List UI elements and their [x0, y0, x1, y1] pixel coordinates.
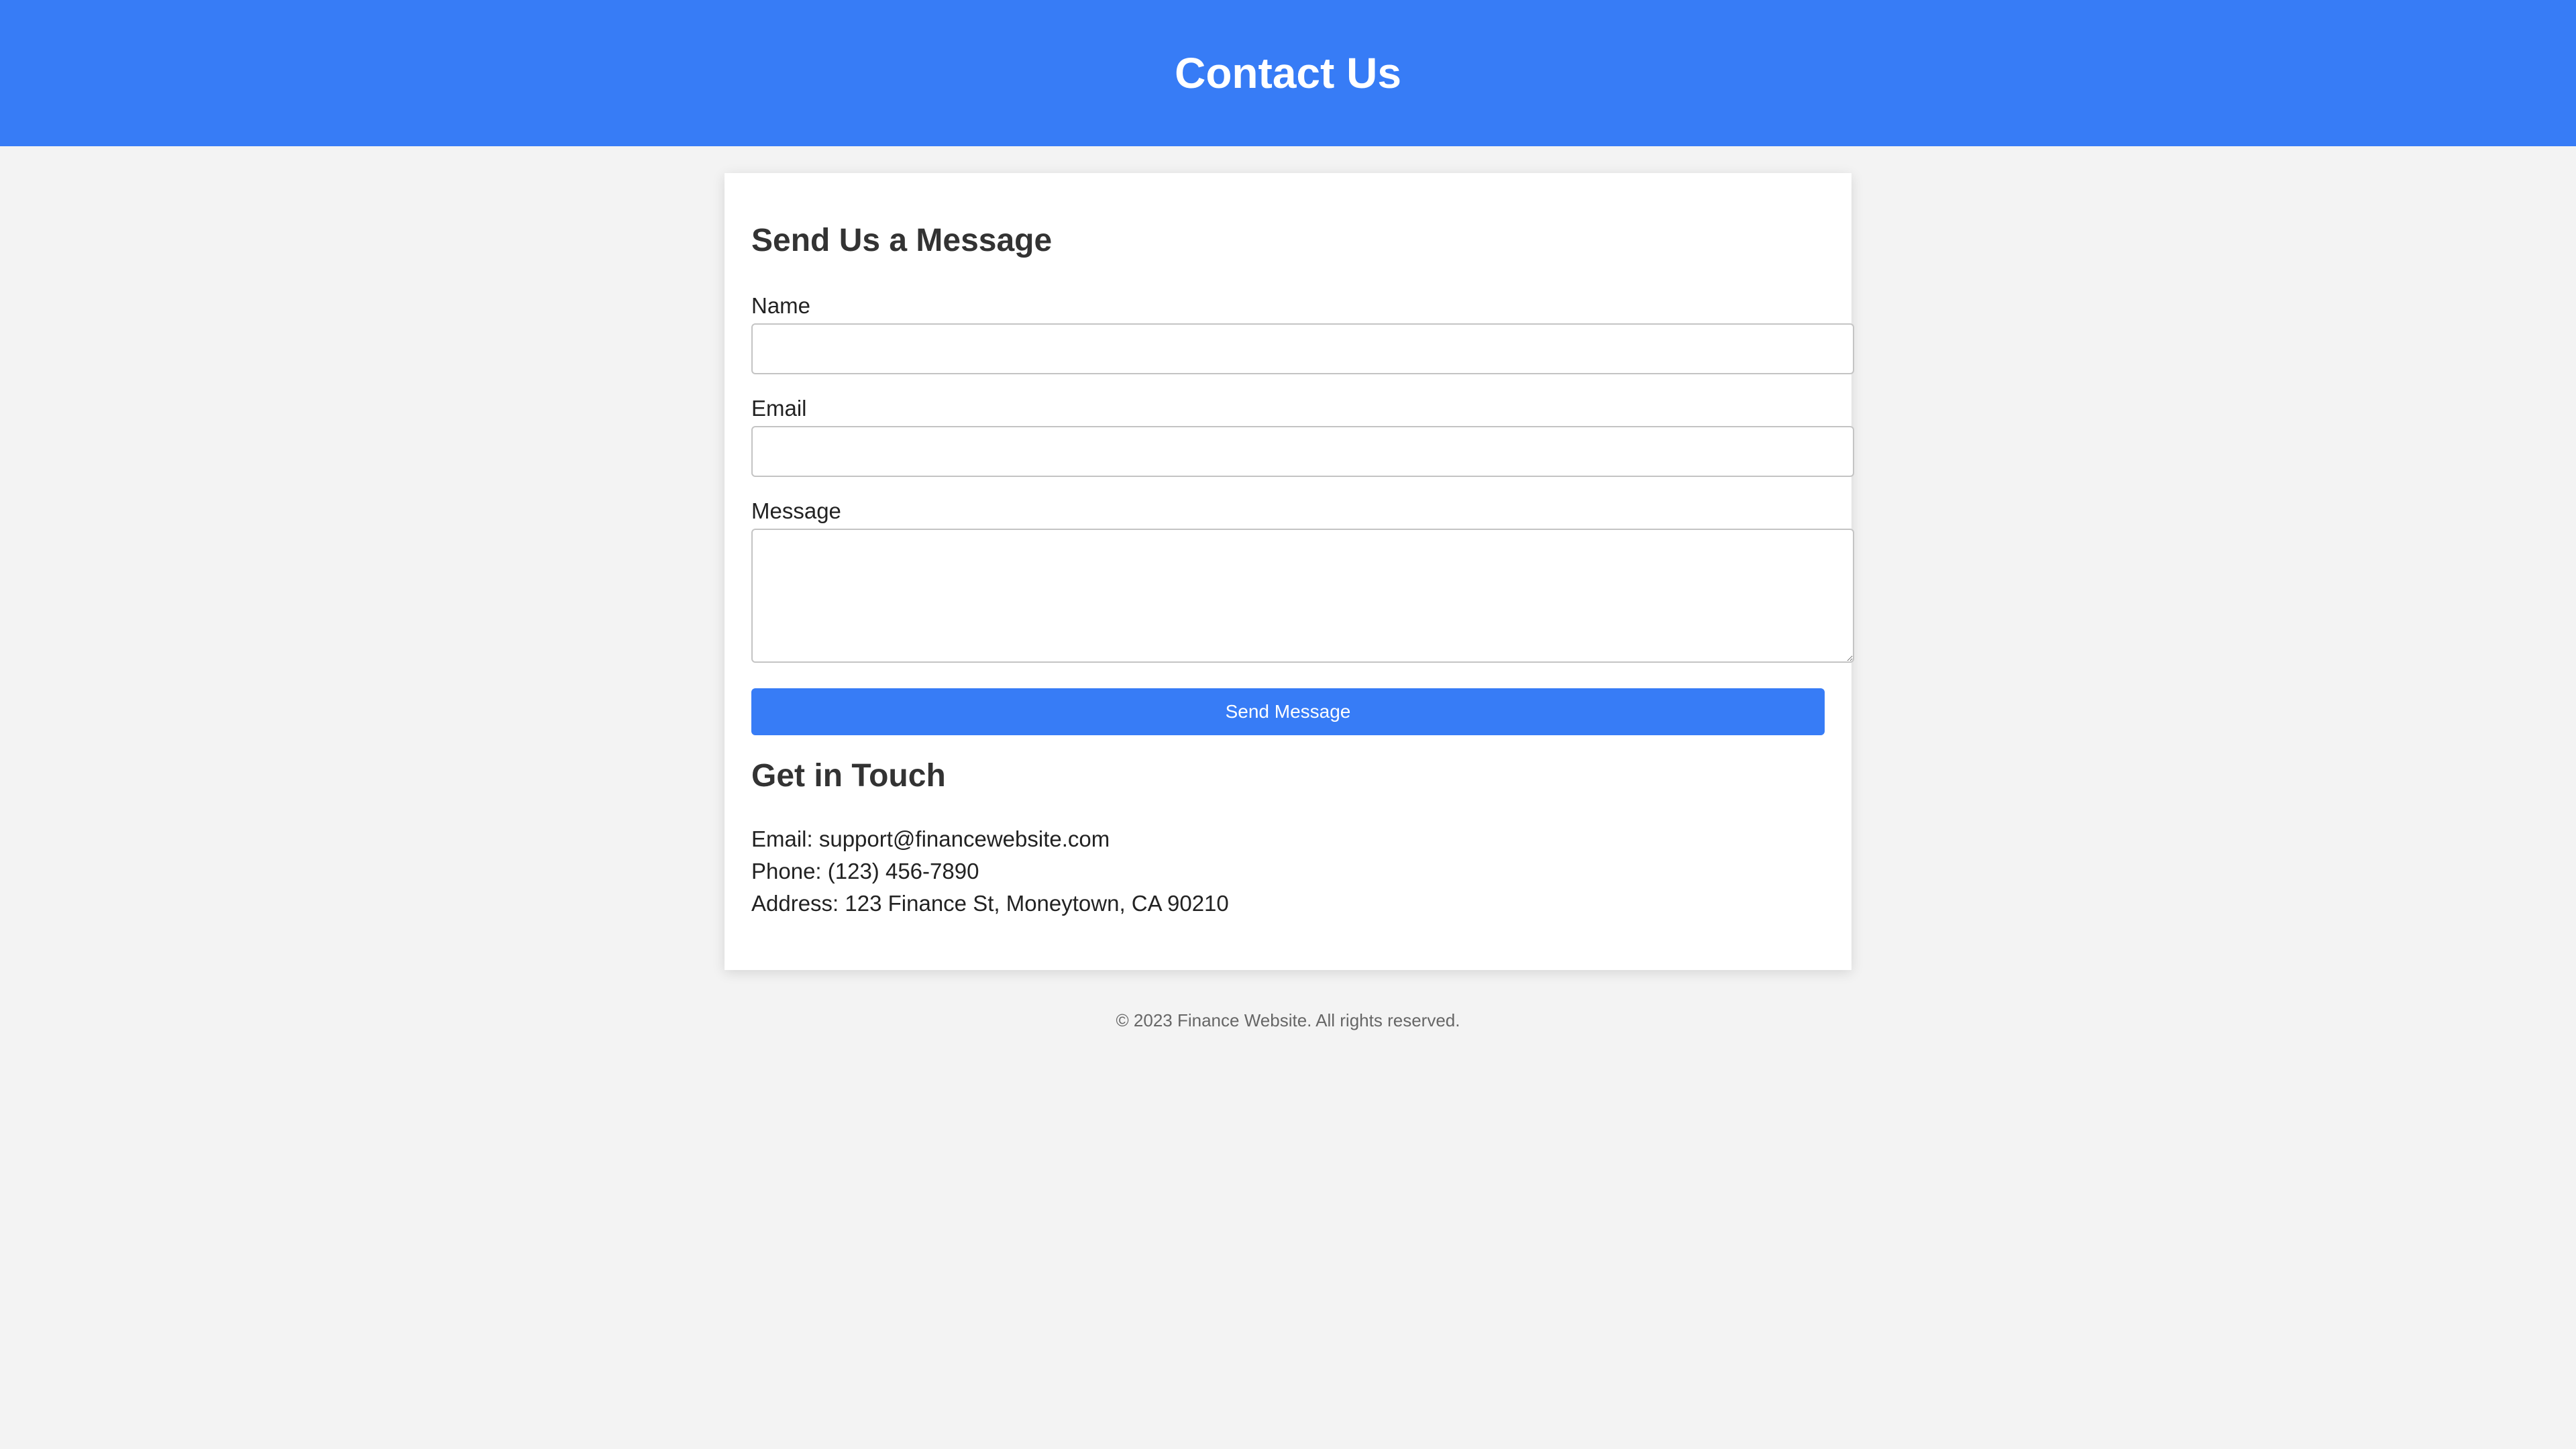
- contact-email: Email: support@financewebsite.com: [751, 826, 1110, 851]
- send-message-button[interactable]: Send Message: [751, 688, 1825, 735]
- contact-card: Send Us a Message Name Email Message Sen…: [724, 173, 1854, 970]
- page-header: Contact Us: [0, 0, 2576, 146]
- message-field[interactable]: [751, 529, 1854, 663]
- contact-info-title: Get in Touch: [751, 758, 946, 794]
- message-label: Message: [751, 498, 841, 523]
- name-field[interactable]: [751, 323, 1854, 374]
- page-footer: © 2023 Finance Website. All rights reser…: [1116, 1010, 1460, 1030]
- form-title: Send Us a Message: [751, 223, 1053, 258]
- name-label: Name: [751, 293, 811, 318]
- email-field[interactable]: [751, 426, 1854, 477]
- page-title: Contact Us: [1175, 49, 1401, 97]
- contact-address: Address: 123 Finance St, Moneytown, CA 9…: [751, 891, 1229, 916]
- contact-phone: Phone: (123) 456-7890: [751, 859, 979, 883]
- email-label: Email: [751, 396, 807, 421]
